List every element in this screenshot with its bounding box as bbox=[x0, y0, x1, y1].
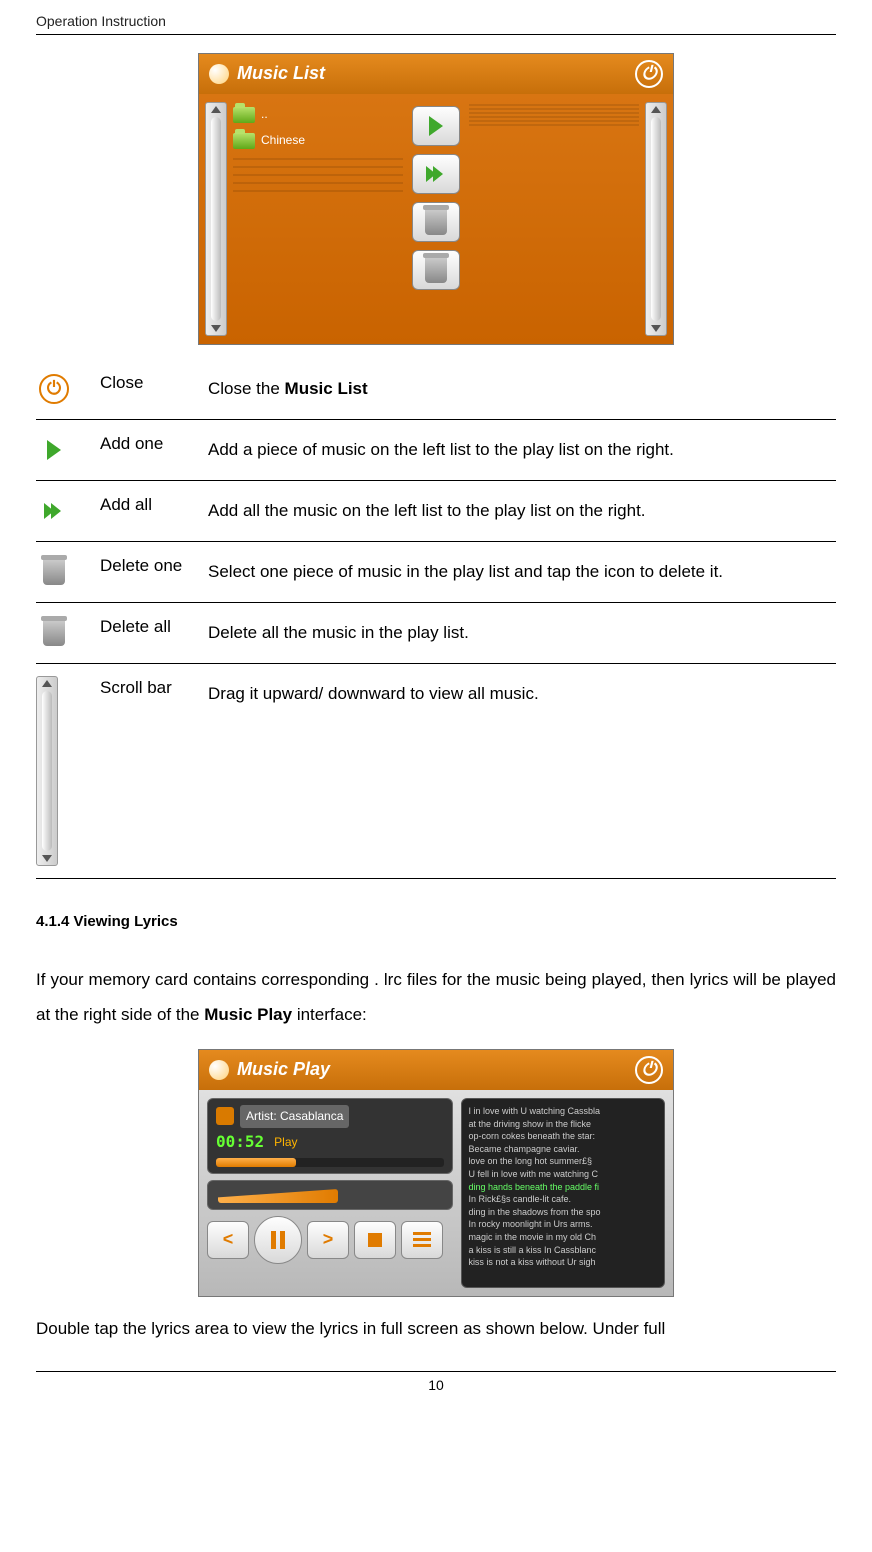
music-list-right-pane bbox=[469, 102, 639, 336]
progress-bar[interactable] bbox=[216, 1158, 444, 1167]
music-play-controls: < > bbox=[207, 1216, 453, 1264]
folder-label: .. bbox=[261, 106, 268, 123]
legend-row-add-one: Add one Add a piece of music on the left… bbox=[36, 419, 836, 480]
add-one-button[interactable] bbox=[412, 106, 460, 146]
stop-button[interactable] bbox=[354, 1221, 396, 1259]
lyrics-line: kiss is not a kiss without Ur sigh bbox=[468, 1256, 658, 1269]
legend-name: Add all bbox=[100, 480, 208, 541]
artist-label: Artist: Casablanca bbox=[240, 1105, 349, 1128]
lyrics-line: op-corn cokes beneath the star: bbox=[468, 1130, 658, 1143]
lyrics-line: U fell in love with me watching C bbox=[468, 1168, 658, 1181]
delete-all-icon bbox=[36, 615, 72, 651]
scrollbar-icon bbox=[36, 676, 58, 866]
music-list-left-pane: .. Chinese bbox=[233, 102, 403, 336]
music-play-title: Music Play bbox=[237, 1057, 330, 1082]
music-play-screenshot: Music Play ⏻ Artist: Casablanca 00:52 Pl… bbox=[198, 1049, 674, 1297]
section-paragraph-2: Double tap the lyrics area to view the l… bbox=[36, 1311, 836, 1347]
playback-status: Play bbox=[274, 1134, 297, 1151]
legend-desc: Add a piece of music on the left list to… bbox=[208, 419, 836, 480]
legend-row-delete-one: Delete one Select one piece of music in … bbox=[36, 541, 836, 602]
left-scrollbar[interactable] bbox=[205, 102, 227, 336]
page-number: 10 bbox=[36, 1371, 836, 1396]
lyrics-line: Became champagne caviar. bbox=[468, 1143, 658, 1156]
playlist-button[interactable] bbox=[401, 1221, 443, 1259]
pause-button[interactable] bbox=[254, 1216, 302, 1264]
lyrics-line: a kiss is still a kiss In Cassblanc bbox=[468, 1244, 658, 1257]
legend-row-close: ⏻ Close Close the Music List bbox=[36, 359, 836, 420]
legend-name: Scroll bar bbox=[100, 663, 208, 878]
lyrics-line: ding hands beneath the paddle fi bbox=[468, 1181, 658, 1194]
add-all-button[interactable] bbox=[412, 154, 460, 194]
delete-all-button[interactable] bbox=[412, 250, 460, 290]
music-list-screenshot: Music List ⏻ .. Chinese bbox=[198, 53, 674, 345]
legend-desc: Close the Music List bbox=[208, 359, 836, 420]
lyrics-panel[interactable]: I in love with U watching Cassblaat the … bbox=[461, 1098, 665, 1288]
lyrics-line: ding in the shadows from the spo bbox=[468, 1206, 658, 1219]
legend-name: Add one bbox=[100, 419, 208, 480]
close-icon: ⏻ bbox=[39, 374, 69, 404]
lyrics-line: love on the long hot summer£§ bbox=[468, 1155, 658, 1168]
legend-row-delete-all: Delete all Delete all the music in the p… bbox=[36, 602, 836, 663]
add-all-icon bbox=[36, 493, 72, 529]
next-button[interactable]: > bbox=[307, 1221, 349, 1259]
folder-item-chinese[interactable]: Chinese bbox=[233, 130, 403, 152]
folder-label: Chinese bbox=[261, 132, 305, 149]
power-icon[interactable]: ⏻ bbox=[635, 60, 663, 88]
folder-item-parent[interactable]: .. bbox=[233, 104, 403, 126]
music-note-icon bbox=[209, 64, 229, 84]
lyrics-line: magic in the movie in my old Ch bbox=[468, 1231, 658, 1244]
delete-one-button[interactable] bbox=[412, 202, 460, 242]
right-scrollbar[interactable] bbox=[645, 102, 667, 336]
playback-time: 00:52 bbox=[216, 1131, 264, 1153]
legend-row-add-all: Add all Add all the music on the left li… bbox=[36, 480, 836, 541]
music-list-titlebar: Music List ⏻ bbox=[199, 54, 673, 94]
legend-row-scroll: Scroll bar Drag it upward/ downward to v… bbox=[36, 663, 836, 878]
volume-panel[interactable] bbox=[207, 1180, 453, 1210]
page-header: Operation Instruction bbox=[36, 12, 836, 35]
legend-name: Close bbox=[100, 359, 208, 420]
power-icon[interactable]: ⏻ bbox=[635, 1056, 663, 1084]
legend-name: Delete one bbox=[100, 541, 208, 602]
music-note-icon bbox=[209, 1060, 229, 1080]
add-one-icon bbox=[36, 432, 72, 468]
music-list-title: Music List bbox=[237, 61, 325, 86]
download-icon[interactable] bbox=[216, 1107, 234, 1125]
lyrics-line: at the driving show in the flicke bbox=[468, 1118, 658, 1131]
lyrics-line: In rocky moonlight in Urs arms. bbox=[468, 1218, 658, 1231]
section-heading: 4.1.4 Viewing Lyrics bbox=[36, 911, 836, 932]
music-list-mid-buttons bbox=[409, 102, 463, 336]
folder-icon bbox=[233, 107, 255, 123]
legend-desc: Drag it upward/ downward to view all mus… bbox=[208, 663, 836, 878]
lyrics-line: In Rick£§s candle-lit cafe. bbox=[468, 1193, 658, 1206]
legend-desc: Delete all the music in the play list. bbox=[208, 602, 836, 663]
lyrics-line: I in love with U watching Cassbla bbox=[468, 1105, 658, 1118]
folder-icon bbox=[233, 133, 255, 149]
delete-one-icon bbox=[36, 554, 72, 590]
legend-name: Delete all bbox=[100, 602, 208, 663]
icon-legend-table: ⏻ Close Close the Music List Add one Add… bbox=[36, 359, 836, 879]
legend-desc: Select one piece of music in the play li… bbox=[208, 541, 836, 602]
section-paragraph-1: If your memory card contains correspondi… bbox=[36, 962, 836, 1033]
music-play-info-panel: Artist: Casablanca 00:52 Play bbox=[207, 1098, 453, 1174]
prev-button[interactable]: < bbox=[207, 1221, 249, 1259]
legend-desc: Add all the music on the left list to th… bbox=[208, 480, 836, 541]
music-play-titlebar: Music Play ⏻ bbox=[199, 1050, 673, 1090]
